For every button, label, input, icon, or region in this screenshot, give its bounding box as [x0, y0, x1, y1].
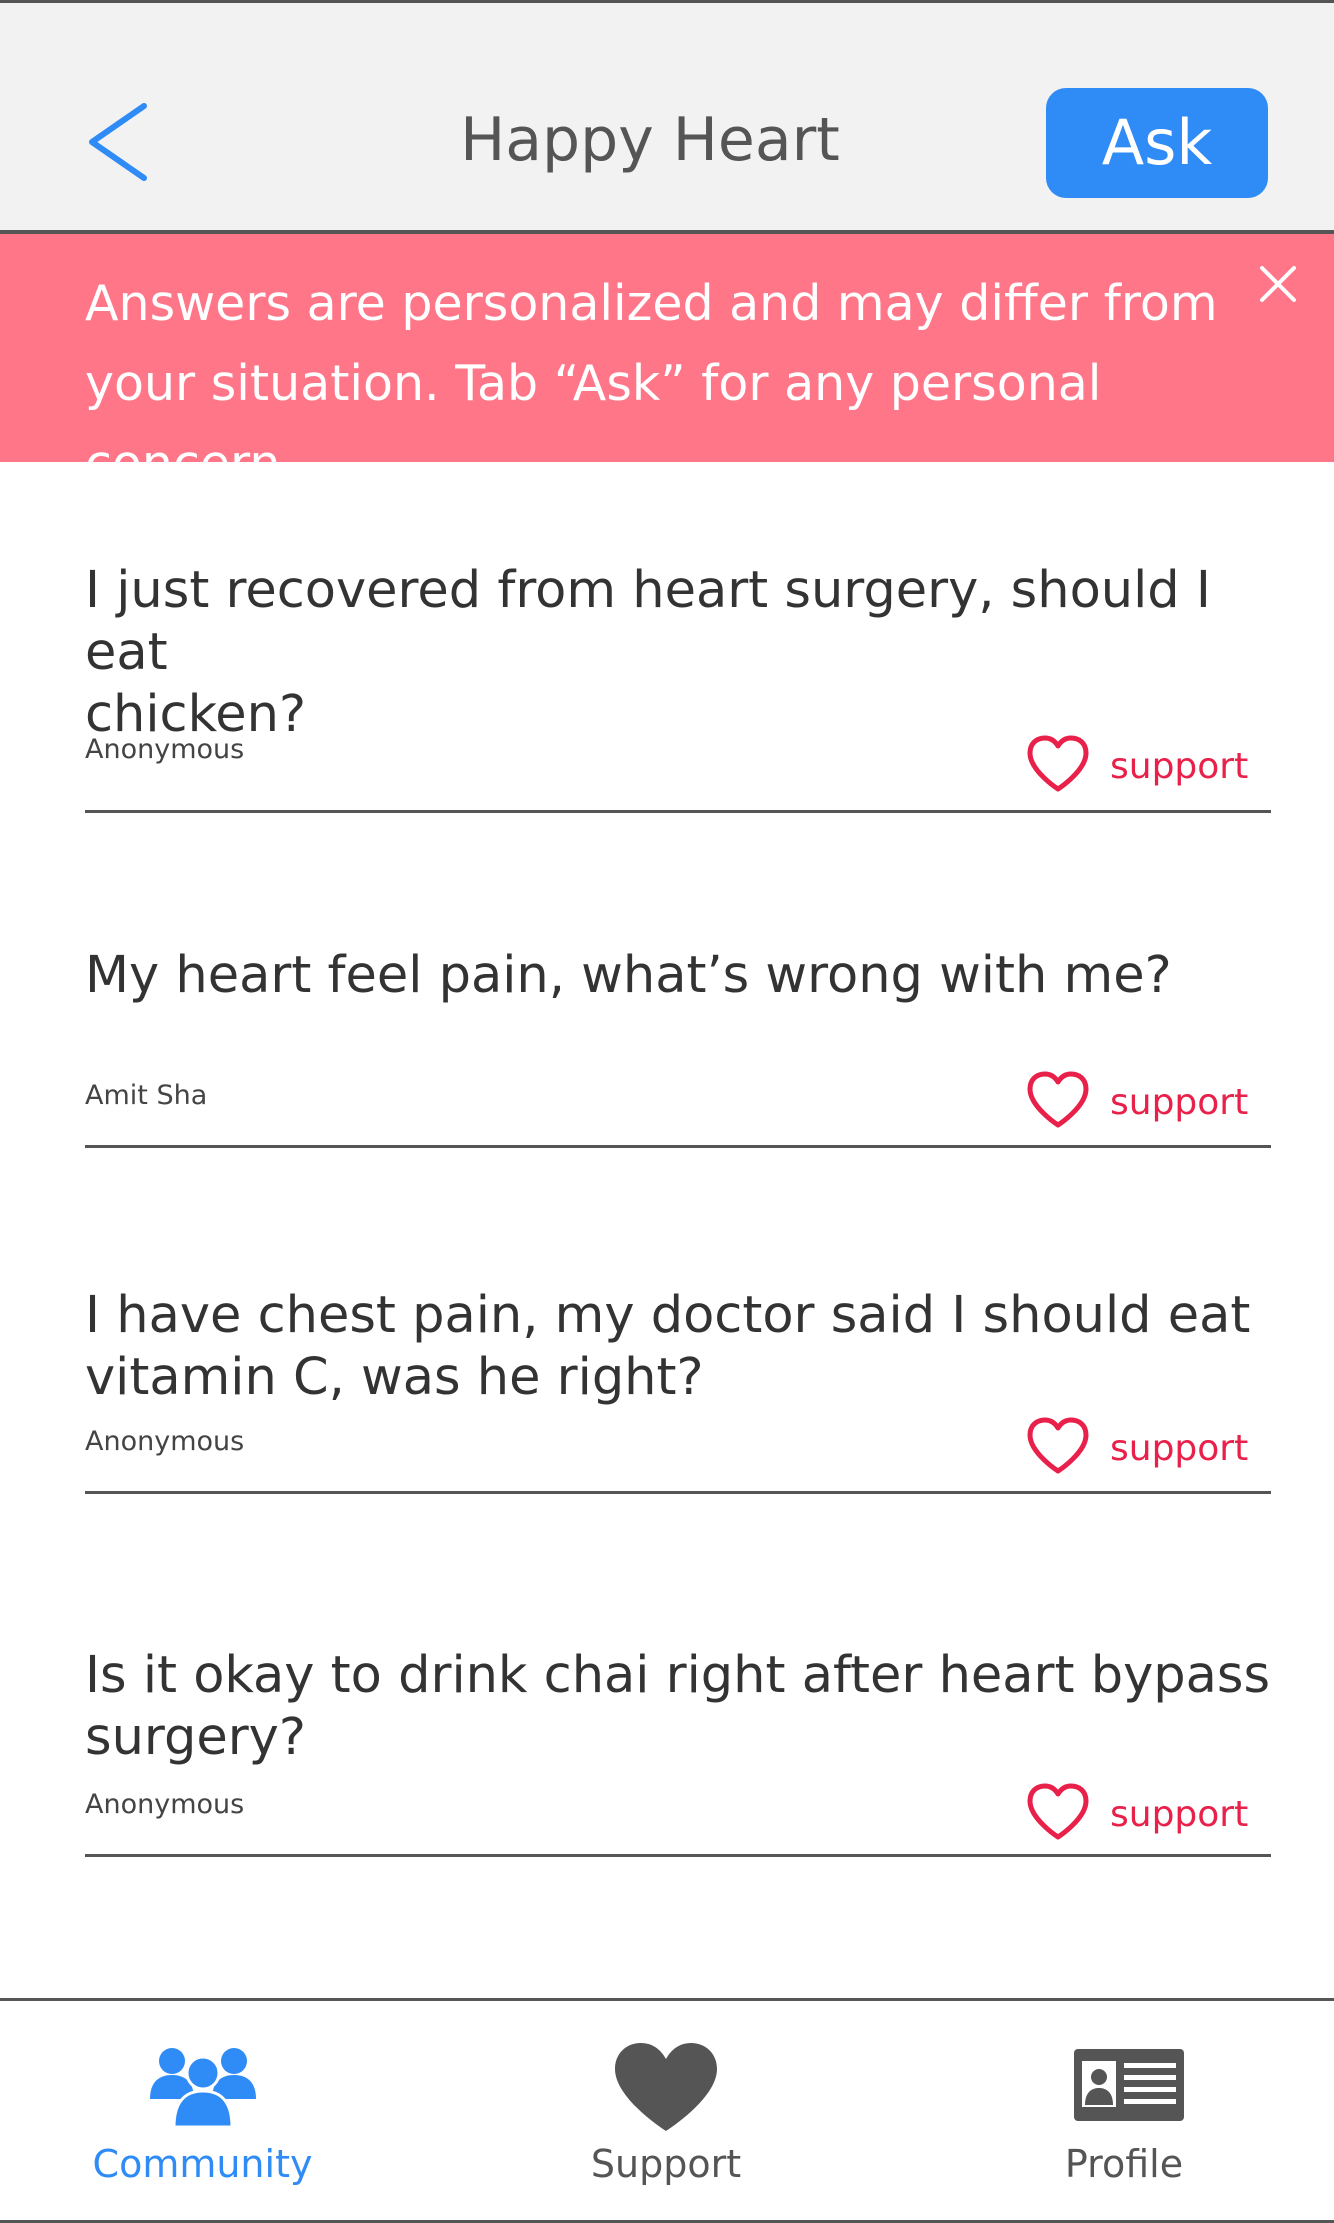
support-button[interactable]: support	[1025, 1781, 1265, 1847]
heart-outline-icon	[1027, 1071, 1089, 1128]
support-label: support	[1110, 746, 1249, 787]
question-line: Is it okay to drink chai right after hea…	[85, 1646, 1271, 1705]
disclaimer-banner: Answers are personalized and may differ …	[0, 234, 1334, 492]
question-text[interactable]: I have chest pain, my doctor said I shou…	[85, 1285, 1271, 1409]
question-post[interactable]: I just recovered from heart surgery, sho…	[85, 560, 1271, 816]
question-line: I have chest pain, my doctor said I shou…	[85, 1286, 1251, 1345]
question-post[interactable]: I have chest pain, my doctor said I shou…	[85, 1285, 1271, 1496]
heart-icon	[615, 2043, 717, 2131]
app-header: Happy Heart Ask	[0, 0, 1334, 230]
heart-outline-icon	[1027, 1783, 1089, 1840]
support-button[interactable]: support	[1025, 1415, 1265, 1481]
heart-outline-icon	[1027, 735, 1089, 792]
banner-line-1: Answers are personalized and may differ …	[85, 275, 1218, 332]
ask-button[interactable]: Ask	[1046, 88, 1268, 198]
tab-community[interactable]: Community	[60, 2001, 345, 2223]
question-post[interactable]: Is it okay to drink chai right after hea…	[85, 1645, 1271, 1860]
tab-profile[interactable]: Profile	[989, 2001, 1259, 2223]
heart-outline-icon	[1027, 1417, 1089, 1474]
support-label: support	[1110, 1082, 1249, 1123]
support-button[interactable]: support	[1025, 733, 1265, 799]
support-label: support	[1110, 1428, 1249, 1469]
close-banner-button[interactable]	[1258, 264, 1298, 304]
question-line: surgery?	[85, 1708, 306, 1767]
id-card-icon	[1074, 2049, 1184, 2121]
post-divider	[85, 1854, 1271, 1857]
community-icon	[150, 2048, 256, 2127]
author-name: Anonymous	[85, 1789, 245, 1820]
support-label: support	[1110, 1794, 1249, 1835]
question-text[interactable]: My heart feel pain, what’s wrong with me…	[85, 945, 1271, 1007]
post-divider	[85, 810, 1271, 813]
post-divider	[85, 1491, 1271, 1494]
support-button[interactable]: support	[1025, 1069, 1265, 1135]
post-divider	[85, 1145, 1271, 1148]
tab-label: Support	[590, 2142, 742, 2186]
author-name: Amit Sha	[85, 1080, 208, 1111]
question-line: My heart feel pain, what’s wrong with me…	[85, 946, 1172, 1005]
author-name: Anonymous	[85, 734, 245, 765]
close-icon	[1260, 266, 1296, 302]
question-text[interactable]: Is it okay to drink chai right after hea…	[85, 1645, 1271, 1769]
tab-label: Profile	[1064, 2142, 1184, 2186]
tab-support[interactable]: Support	[524, 2001, 808, 2223]
question-line: vitamin C, was he right?	[85, 1348, 704, 1407]
question-text[interactable]: I just recovered from heart surgery, sho…	[85, 560, 1271, 746]
question-post[interactable]: My heart feel pain, what’s wrong with me…	[85, 945, 1271, 1150]
question-line: I just recovered from heart surgery, sho…	[85, 561, 1211, 682]
author-name: Anonymous	[85, 1426, 245, 1457]
tab-label: Community	[92, 2142, 313, 2186]
banner-text: Answers are personalized and may differ …	[85, 264, 1285, 504]
banner-line-2: your situation. Tab “Ask” for any person…	[85, 355, 1102, 492]
